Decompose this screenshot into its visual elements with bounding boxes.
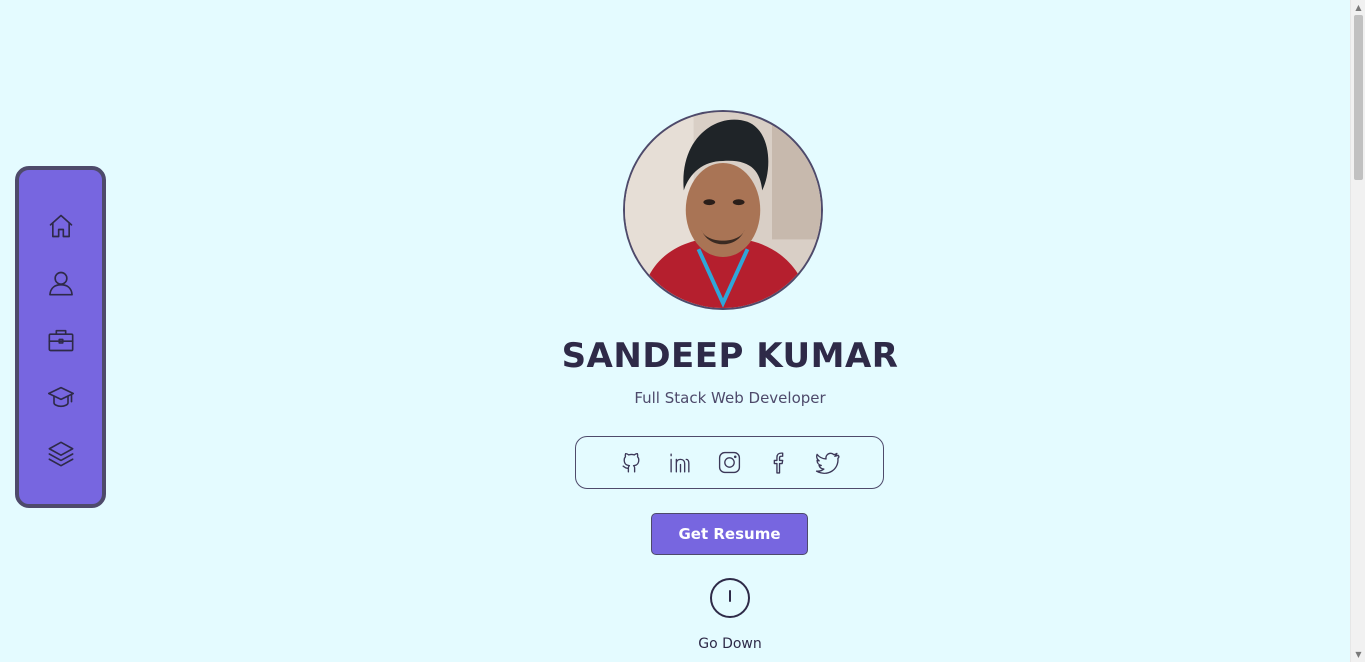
profile-name: SANDEEP KUMAR <box>561 336 899 376</box>
instagram-icon <box>718 451 741 474</box>
social-links <box>575 436 884 489</box>
social-link-facebook[interactable] <box>765 449 792 476</box>
layers-icon <box>48 441 73 467</box>
scroll-down-arrow-icon[interactable]: ▼ <box>1351 647 1365 662</box>
user-icon <box>48 271 73 296</box>
twitter-icon <box>815 452 840 474</box>
sidebar-item-about[interactable] <box>41 263 81 303</box>
sidebar-item-home[interactable] <box>41 206 81 246</box>
mouse-wheel <box>729 590 731 602</box>
facebook-icon <box>773 452 784 474</box>
home-icon <box>49 214 72 238</box>
sidebar-item-portfolio[interactable] <box>41 434 81 474</box>
page-scrollbar[interactable]: ▲ ▼ <box>1350 0 1365 662</box>
social-link-twitter[interactable] <box>814 449 841 476</box>
linkedin-icon <box>670 453 690 473</box>
get-resume-button[interactable]: Get Resume <box>651 513 808 555</box>
social-link-linkedin[interactable] <box>667 449 694 476</box>
profile-role: Full Stack Web Developer <box>634 389 826 407</box>
scroll-down-mouse-icon[interactable] <box>710 578 750 618</box>
github-icon <box>622 452 640 473</box>
social-link-github[interactable] <box>618 449 645 476</box>
profile-photo-image <box>625 112 821 308</box>
social-link-instagram[interactable] <box>716 449 743 476</box>
scrollbar-thumb[interactable] <box>1354 15 1363 180</box>
profile-photo <box>623 110 823 310</box>
scroll-up-arrow-icon[interactable]: ▲ <box>1351 0 1365 15</box>
hero-section: SANDEEP KUMAR Full Stack Web Developer G… <box>0 0 1350 662</box>
go-down-label[interactable]: Go Down <box>0 636 1365 652</box>
